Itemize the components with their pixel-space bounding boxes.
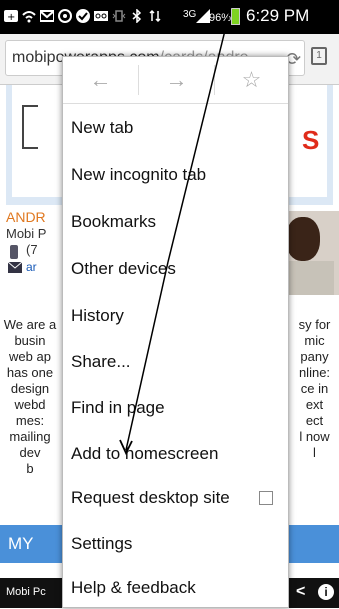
menu-item-history[interactable]: History <box>63 297 288 337</box>
share-icon[interactable]: < <box>296 583 305 601</box>
photo-head <box>286 217 320 261</box>
google-plus-notification-icon: + <box>4 10 18 23</box>
battery-percent: 96% <box>209 12 232 24</box>
menu-item-new-incognito-tab[interactable]: New incognito tab <box>63 156 288 196</box>
menu-item-bookmarks[interactable]: Bookmarks <box>63 203 288 243</box>
footer-text: Mobi Pc <box>6 586 46 598</box>
menu-item-label: Settings <box>71 534 133 553</box>
menu-item-label: History <box>71 306 124 325</box>
svg-text:+: + <box>7 12 15 23</box>
clock: 6:29 PM <box>246 6 310 25</box>
menu-item-label: Other devices <box>71 259 176 278</box>
bluetooth-icon <box>132 9 142 23</box>
forward-icon[interactable]: → <box>139 57 214 103</box>
back-icon[interactable]: ← <box>63 57 138 103</box>
menu-item-settings[interactable]: Settings <box>63 525 288 565</box>
menu-item-label: Share... <box>71 352 131 371</box>
menu-item-label: New tab <box>71 118 134 137</box>
wifi-notification-icon <box>22 11 36 23</box>
contact-email[interactable]: ar <box>26 260 37 274</box>
gmail-icon <box>40 10 54 22</box>
menu-item-find-in-page[interactable]: Find in page <box>63 389 288 429</box>
page-bottom-bar-label: MY <box>8 534 34 553</box>
email-icon <box>8 262 22 273</box>
menu-item-request-desktop-site[interactable]: Request desktop site <box>63 479 288 519</box>
phone-icon <box>10 245 18 259</box>
menu-item-label: Bookmarks <box>71 212 157 231</box>
bookmark-star-icon[interactable]: ☆ <box>215 57 288 103</box>
overflow-menu: ← → ☆ New tab New incognito tab Bookmark… <box>62 56 289 608</box>
check-notification-icon <box>76 9 90 23</box>
whatsapp-icon <box>58 9 72 23</box>
status-bar: + 3G 96% 6:29 PM <box>0 0 339 34</box>
voicemail-icon <box>94 11 108 21</box>
menu-item-label: Request desktop site <box>71 488 230 507</box>
contact-phone[interactable]: (7 <box>26 242 38 257</box>
menu-item-other-devices[interactable]: Other devices <box>63 250 288 290</box>
menu-item-help-feedback[interactable]: Help & feedback <box>63 569 288 609</box>
data-activity-icon <box>149 9 161 23</box>
network-type-label: 3G <box>183 9 197 20</box>
menu-nav-row: ← → ☆ <box>63 57 288 104</box>
contact-company: Mobi P <box>6 226 47 241</box>
logo-letter: S <box>302 125 320 155</box>
description-right-text: sy for mic pany nline: ce in ext ect l n… <box>298 317 331 460</box>
menu-item-label: Find in page <box>71 398 165 417</box>
battery-icon <box>231 8 240 25</box>
contact-name: ANDR <box>6 209 46 225</box>
menu-item-label: Help & feedback <box>71 578 196 597</box>
tab-switcher-button[interactable]: 1 <box>311 47 327 65</box>
signal-strength-icon <box>196 9 210 23</box>
menu-item-new-tab[interactable]: New tab <box>63 109 288 149</box>
desktop-site-checkbox[interactable] <box>259 491 273 505</box>
info-icon[interactable]: i <box>318 584 334 600</box>
logo-bracket <box>22 105 38 149</box>
vibrate-icon <box>112 10 126 22</box>
menu-item-label: Add to homescreen <box>71 444 219 463</box>
menu-item-add-to-homescreen[interactable]: Add to homescreen <box>63 435 288 475</box>
menu-item-share[interactable]: Share... <box>63 343 288 383</box>
description-left-text: We are a busin web ap has one design web… <box>3 317 57 476</box>
menu-item-label: New incognito tab <box>71 165 207 184</box>
